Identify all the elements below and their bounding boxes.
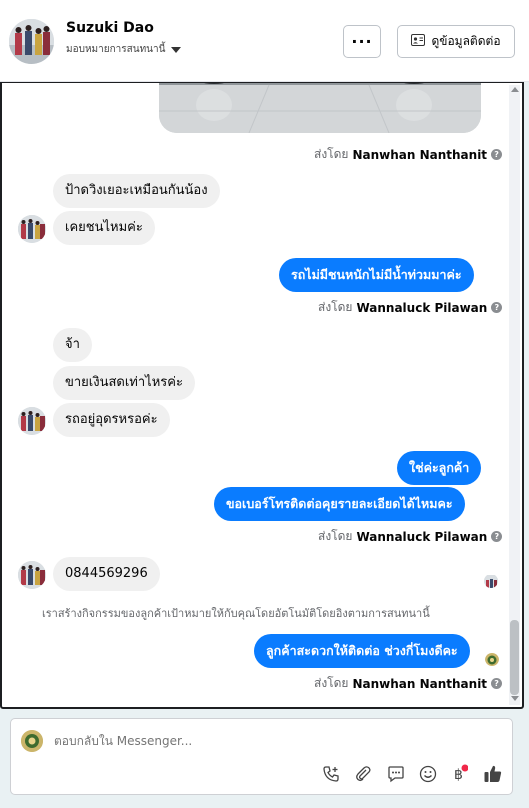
more-options-button[interactable]: ··· [343, 25, 381, 58]
incoming-message[interactable]: ป้าดวิงเยอะเหมือนกันน้อง [53, 174, 220, 208]
view-contact-button[interactable]: ดูข้อมูลติดต่อ [397, 25, 515, 58]
question-icon[interactable]: ? [491, 531, 503, 542]
incoming-message[interactable]: ขายเงินสดเท่าไหรค่ะ [53, 366, 195, 400]
incoming-message[interactable]: จ้า [53, 328, 92, 362]
scrollbar[interactable] [509, 85, 520, 705]
attach-icon[interactable] [353, 764, 373, 784]
contact-card-icon [411, 34, 426, 49]
question-icon[interactable]: ? [491, 302, 503, 313]
baht-icon[interactable]: ฿ [449, 764, 469, 784]
outgoing-message[interactable]: ใช่ค่ะลูกค้า [397, 451, 482, 485]
sender-name[interactable]: Nanwhan Nanthanit [352, 148, 487, 162]
assign-label: มอบหมายการสนทนานี้ [66, 44, 166, 55]
page-avatar [21, 730, 43, 752]
avatar[interactable] [18, 215, 46, 243]
svg-text:฿: ฿ [454, 767, 463, 783]
thumbs-up-icon[interactable] [483, 764, 503, 784]
question-icon[interactable]: ? [491, 678, 503, 689]
sent-by-prefix: ส่งโดย [318, 300, 353, 314]
reply-input[interactable] [54, 734, 454, 748]
conversation-header: Suzuki Dao มอบหมายการสนทนานี้ ··· ดูข้อม… [0, 0, 529, 82]
seen-indicator [485, 652, 499, 666]
saved-reply-icon[interactable] [386, 764, 406, 784]
avatar[interactable] [18, 407, 46, 435]
scroll-down-icon[interactable] [511, 696, 519, 701]
incoming-message[interactable]: 0844569296 [53, 557, 160, 591]
sender-name[interactable]: Wannaluck Pilawan [356, 301, 487, 315]
sender-name[interactable]: Wannaluck Pilawan [356, 530, 487, 544]
sent-by-label: ส่งโดย Nanwhan Nanthanit ? [314, 674, 503, 693]
incoming-message[interactable]: เคยชนไหมค่ะ [53, 211, 155, 245]
outgoing-message[interactable]: ลูกค้าสะดวกให้ติดต่อ ช่วงกี่โมงดีคะ [254, 634, 470, 668]
incoming-message[interactable]: รถอยู่อุดรหรอค่ะ [53, 403, 170, 437]
sent-by-prefix: ส่งโดย [314, 147, 349, 161]
sent-by-label: ส่งโดย Wannaluck Pilawan ? [318, 298, 503, 317]
seen-indicator [484, 574, 498, 588]
reply-composer: ฿ [10, 718, 513, 795]
automation-notice: เราสร้างกิจกรรมของลูกค้าเป้าหมายให้กับคุ… [42, 607, 430, 620]
contact-name[interactable]: Suzuki Dao [66, 20, 154, 36]
outgoing-message[interactable]: ขอเบอร์โทรติดต่อคุยรายละเอียดได้ไหมคะ [214, 487, 465, 521]
question-icon[interactable]: ? [491, 149, 503, 160]
phone-add-icon[interactable] [321, 764, 341, 784]
avatar[interactable] [9, 19, 54, 64]
avatar[interactable] [18, 561, 46, 589]
sender-name[interactable]: Nanwhan Nanthanit [352, 677, 487, 691]
sent-by-label: ส่งโดย Wannaluck Pilawan ? [318, 527, 503, 546]
scrollbar-thumb[interactable] [510, 620, 519, 695]
outgoing-message[interactable]: รถไม่มีชนหนักไม่มีน้ำท่วมมาค่ะ [279, 258, 474, 292]
message-thread[interactable]: ส่งโดย Nanwhan Nanthanit ? ป้าดวิงเยอะเห… [0, 82, 524, 709]
sent-by-prefix: ส่งโดย [318, 529, 353, 543]
assign-conversation[interactable]: มอบหมายการสนทนานี้ [66, 42, 182, 57]
emoji-icon[interactable] [418, 764, 438, 784]
sent-by-label: ส่งโดย Nanwhan Nanthanit ? [314, 145, 503, 164]
view-contact-label: ดูข้อมูลติดต่อ [431, 34, 501, 48]
scroll-up-icon[interactable] [511, 87, 519, 92]
chevron-down-icon[interactable] [171, 46, 182, 53]
shared-car-photo[interactable] [159, 83, 481, 133]
sent-by-prefix: ส่งโดย [314, 676, 349, 690]
